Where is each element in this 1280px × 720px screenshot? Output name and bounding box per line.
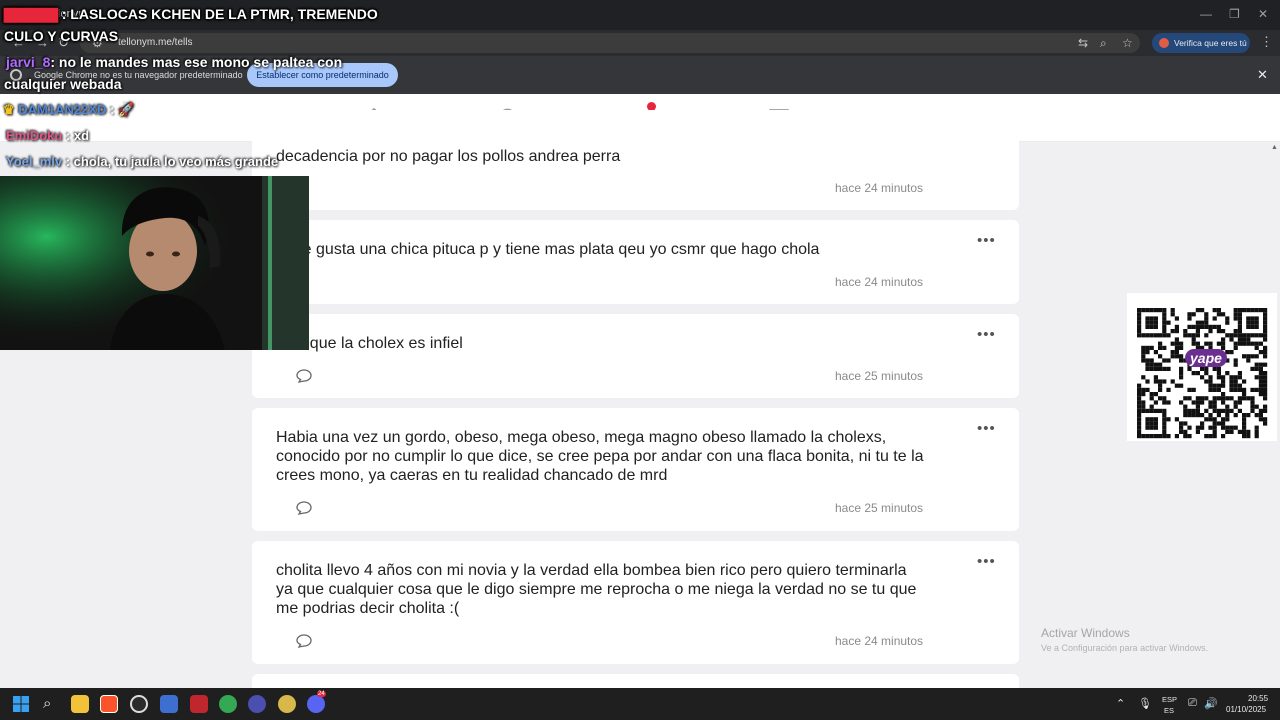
comment-icon[interactable] (296, 634, 312, 648)
stream-title-line-1: : LASLOCAS KCHEN DE LA PTMR, TREMENDO (61, 6, 378, 22)
discord-badge: 24 (317, 691, 326, 697)
stream-title-line-2: CULO Y CURVAS (4, 28, 119, 44)
tell-time: hace 24 minutos (835, 181, 924, 195)
zoom-icon[interactable]: ⌕ (1100, 36, 1107, 51)
more-options-icon[interactable]: ••• (977, 232, 996, 249)
language-bottom[interactable]: ES (1164, 706, 1174, 715)
clock-time[interactable]: 20:55 (1248, 694, 1268, 703)
chat-text: : no le mandes mas ese mono se paltea co… (50, 54, 343, 70)
network-icon[interactable]: ⎚ (1188, 697, 1197, 710)
verify-label: Verifica que eres tú (1174, 38, 1247, 48)
tell-text: o me gusta una chica pituca p y tiene ma… (276, 241, 820, 258)
profile-icon (1159, 38, 1169, 48)
app-icon-circle[interactable] (248, 695, 266, 713)
tell-text: cholita llevo 4 años con mi novia y la v… (276, 562, 917, 617)
tell-text: Habia una vez un gordo, obeso, mega obes… (276, 429, 924, 484)
browser-menu-icon[interactable]: ⋮ (1260, 34, 1273, 50)
volume-icon[interactable]: 🔊 (1204, 697, 1218, 710)
more-options-icon[interactable]: ••• (977, 420, 996, 437)
bookmark-star-icon[interactable]: ☆ (1122, 36, 1133, 50)
browser-toolbar: ← → ↻ ⚙ tellonym.me/tells ⇆ ⌕ ☆ Verifica… (0, 30, 1280, 56)
chat-text: : xd (62, 128, 90, 143)
webcam-overlay (0, 176, 309, 350)
close-window-icon[interactable]: ✕ (1258, 7, 1268, 21)
tell-card: iezo que la cholex es infiel ••• hace 25… (252, 314, 1019, 398)
scroll-up-arrow[interactable]: ▲ (1271, 144, 1278, 151)
windows-taskbar: ⌕ 24 ⌃ 🎙 ESP ES ⎚ 🔊 20:55 01/10/2025 (0, 688, 1280, 720)
maximize-icon[interactable]: ❐ (1229, 7, 1240, 21)
chat-message: EmiDoku : xd (6, 128, 89, 143)
yape-logo: yape (1185, 349, 1227, 367)
tell-card: cholita llevo 4 años con mi novia y la v… (252, 541, 1019, 664)
brave-browser-icon[interactable] (100, 695, 118, 713)
chrome-taskbar-icon[interactable] (219, 695, 237, 713)
microphone-icon[interactable]: 🎙 (1138, 697, 1152, 710)
tell-text: decadencia por no pagar los pollos andre… (276, 148, 621, 165)
tell-card: o me gusta una chica pituca p y tiene ma… (252, 220, 1019, 304)
tray-overflow-icon[interactable]: ⌃ (1116, 697, 1125, 710)
windows-start-icon[interactable] (12, 695, 30, 713)
app-icon-face[interactable] (278, 695, 296, 713)
translate-icon[interactable]: ⇆ (1078, 36, 1088, 50)
clock-date[interactable]: 01/10/2025 (1226, 705, 1266, 714)
chat-message: ♛ DAM1AN22XD : 🚀 (3, 102, 134, 118)
chat-username: Yoel_mlv (6, 154, 63, 169)
stream-title: ▇▇▇▇▇ : LASLOCAS KCHEN DE LA PTMR, TREME… (4, 6, 378, 23)
tell-time: hace 25 minutos (835, 501, 924, 515)
calculator-icon[interactable] (160, 695, 178, 713)
chat-text: : (106, 102, 115, 117)
tell-card: Habia una vez un gordo, obeso, mega obes… (252, 408, 1019, 531)
tell-time: hace 24 minutos (835, 634, 924, 648)
app-icon-x[interactable] (190, 695, 208, 713)
more-options-icon[interactable]: ••• (977, 326, 996, 343)
taskbar-search-icon[interactable]: ⌕ (43, 695, 51, 712)
tell-time: hace 24 minutos (835, 275, 924, 289)
tell-time: hace 25 minutos (835, 369, 924, 383)
tell-text: iezo que la cholex es infiel (276, 335, 463, 352)
windows-watermark-title: Activar Windows (1041, 626, 1130, 640)
comment-icon[interactable] (296, 369, 312, 383)
chat-username: EmiDoku (6, 128, 63, 143)
rocket-emote-icon: 🚀 (118, 102, 135, 117)
streamer-webcam-image (0, 176, 309, 350)
chat-username: DAM1AN22XD (18, 102, 107, 117)
qr-pattern (1137, 308, 1268, 439)
chat-text: : chola, tu jaula lo veo más grande (62, 154, 279, 169)
language-top[interactable]: ESP (1162, 695, 1177, 704)
stream-alert-user-redacted: ▇▇▇▇▇ (4, 6, 58, 22)
yape-qr-code: yape (1127, 293, 1277, 441)
comment-icon[interactable] (296, 501, 312, 515)
url-text[interactable]: tellonym.me/tells (118, 37, 192, 48)
file-explorer-icon[interactable] (71, 695, 89, 713)
crown-badge-icon: ♛ (3, 102, 15, 117)
verify-identity-button[interactable]: Verifica que eres tú (1152, 33, 1250, 53)
discord-icon[interactable]: 24 (307, 691, 326, 713)
minimize-icon[interactable]: — (1200, 7, 1212, 21)
chat-message-continued: cualquier webada (4, 76, 122, 92)
chat-message: Yoel_mlv : chola, tu jaula lo veo más gr… (6, 154, 278, 169)
tell-card: decadencia por no pagar los pollos andre… (252, 110, 1019, 210)
windows-watermark-subtitle: Ve a Configuración para activar Windows. (1041, 643, 1209, 653)
infobar-close-icon[interactable]: ✕ (1257, 67, 1268, 83)
chat-message: jarvi_8: no le mandes mas ese mono se pa… (6, 54, 342, 70)
obs-icon[interactable] (130, 695, 148, 713)
address-bar[interactable]: ⚙ tellonym.me/tells ⇆ ⌕ ☆ (80, 33, 1140, 53)
chat-username: jarvi_8 (6, 54, 51, 70)
more-options-icon[interactable]: ••• (977, 553, 996, 570)
